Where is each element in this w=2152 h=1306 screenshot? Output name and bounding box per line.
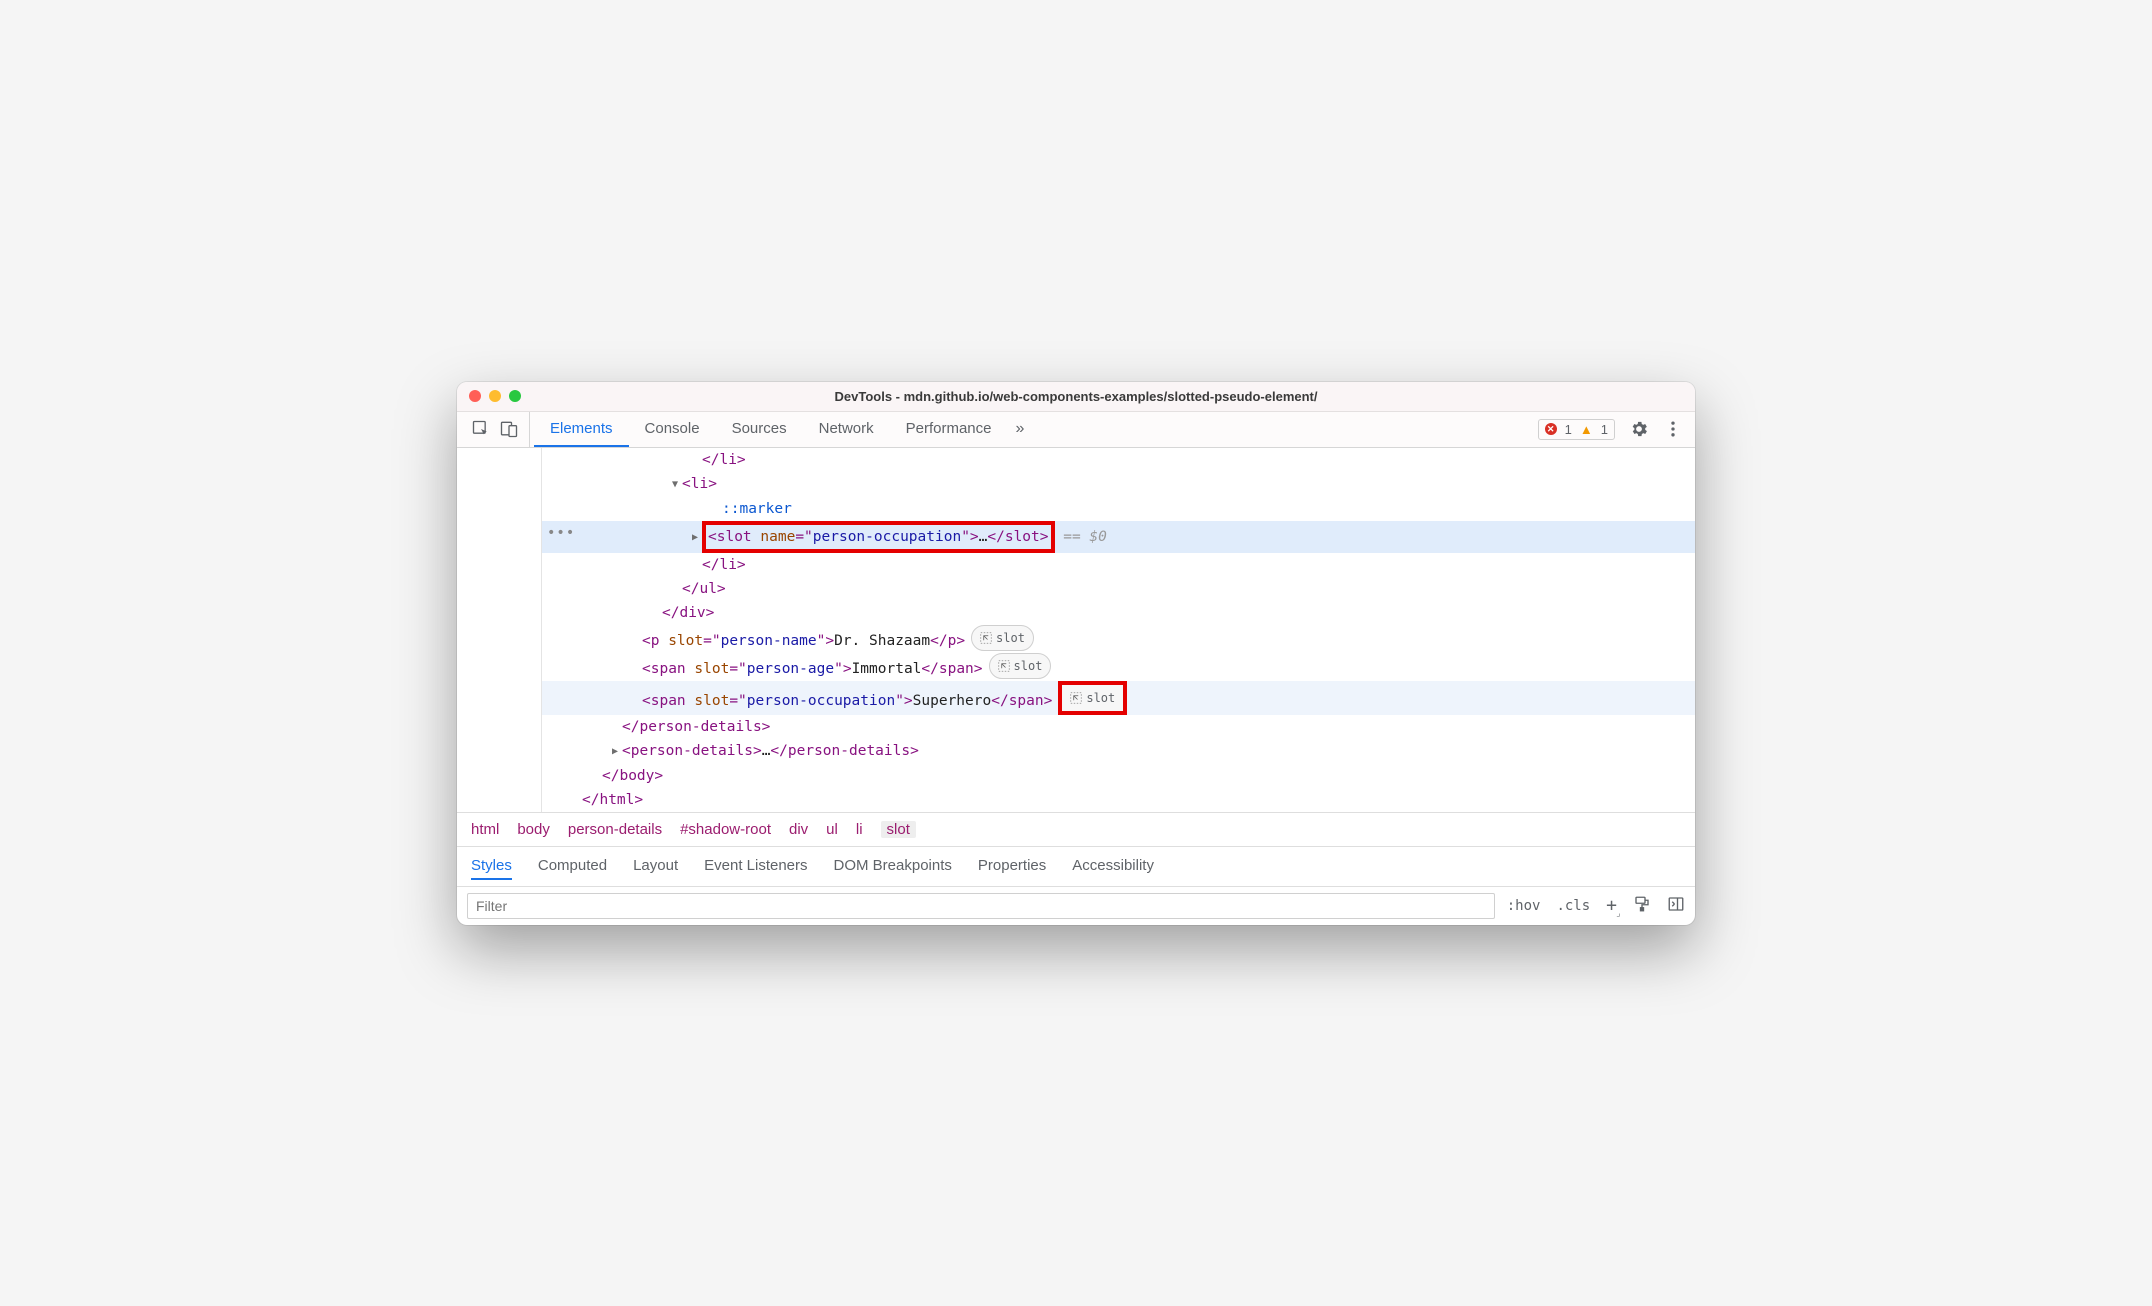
dom-line[interactable]: ::marker <box>542 497 1695 521</box>
crumb-slot[interactable]: slot <box>881 821 916 838</box>
devtools-window: DevTools - mdn.github.io/web-components-… <box>457 382 1695 925</box>
toolbar-right-group: ✕ 1 ▲ 1 <box>1538 419 1691 440</box>
window-title: DevTools - mdn.github.io/web-components-… <box>457 389 1695 404</box>
crumb-ul[interactable]: ul <box>826 821 838 838</box>
dom-line[interactable]: <span slot="person-occupation">Superhero… <box>542 681 1695 715</box>
breadcrumb[interactable]: html body person-details #shadow-root div ul l… <box>457 812 1695 847</box>
tab-elements[interactable]: Elements <box>534 412 629 447</box>
dom-line[interactable]: <person-details>…</person-details> <box>542 739 1695 764</box>
toggle-sidebar-icon[interactable] <box>1667 895 1685 917</box>
inspect-icon[interactable] <box>471 419 491 439</box>
dom-gutter <box>457 448 542 812</box>
reveal-slot-pill[interactable]: slot <box>989 653 1052 679</box>
subtab-computed[interactable]: Computed <box>538 853 607 880</box>
more-tabs-icon[interactable]: » <box>1016 420 1025 438</box>
line-actions-icon[interactable]: ••• <box>547 521 575 545</box>
disclosure-triangle-icon[interactable] <box>612 740 622 764</box>
dom-line[interactable]: </html> <box>542 788 1695 812</box>
warning-count: 1 <box>1601 422 1608 437</box>
dom-line[interactable]: </div> <box>542 601 1695 625</box>
dom-line[interactable]: <li> <box>542 472 1695 497</box>
dom-tree[interactable]: </li><li>::marker•••<slot name="person-o… <box>457 448 1695 812</box>
panel-tabs: ElementsConsoleSourcesNetworkPerformance <box>534 412 1008 447</box>
error-count: 1 <box>1565 422 1572 437</box>
crumb-shadowroot[interactable]: #shadow-root <box>680 821 771 838</box>
reveal-slot-pill[interactable]: slot <box>971 625 1034 651</box>
crumb-html[interactable]: html <box>471 821 499 838</box>
kebab-icon[interactable] <box>1663 419 1683 439</box>
tab-performance[interactable]: Performance <box>890 412 1008 447</box>
dom-line[interactable]: </ul> <box>542 577 1695 601</box>
main-toolbar: ElementsConsoleSourcesNetworkPerformance… <box>457 412 1695 448</box>
subtab-layout[interactable]: Layout <box>633 853 678 880</box>
gear-icon[interactable] <box>1629 419 1649 439</box>
dom-line[interactable]: </li> <box>542 448 1695 472</box>
hov-toggle[interactable]: :hov <box>1507 898 1541 914</box>
subtab-styles[interactable]: Styles <box>471 853 512 880</box>
dom-line[interactable]: </person-details> <box>542 715 1695 739</box>
disclosure-triangle-icon[interactable] <box>672 473 682 497</box>
subtab-accessibility[interactable]: Accessibility <box>1072 853 1154 880</box>
device-toggle-icon[interactable] <box>499 419 519 439</box>
new-style-rule-icon[interactable]: + <box>1606 895 1617 916</box>
reveal-slot-pill[interactable]: slot <box>1058 681 1127 715</box>
paint-icon[interactable] <box>1633 895 1651 917</box>
subtab-dom-breakpoints[interactable]: DOM Breakpoints <box>834 853 952 880</box>
tab-console[interactable]: Console <box>629 412 716 447</box>
styles-filter-tools: :hov .cls + <box>1507 895 1685 917</box>
subtab-properties[interactable]: Properties <box>978 853 1046 880</box>
dom-line[interactable]: </body> <box>542 764 1695 788</box>
dom-line[interactable]: <span slot="person-age">Immortal</span>s… <box>542 653 1695 681</box>
tab-sources[interactable]: Sources <box>716 412 803 447</box>
crumb-persondetails[interactable]: person-details <box>568 821 662 838</box>
styles-filter-input[interactable] <box>467 893 1495 919</box>
dom-line[interactable]: </li> <box>542 553 1695 577</box>
cls-toggle[interactable]: .cls <box>1556 898 1590 914</box>
warning-icon: ▲ <box>1580 422 1593 437</box>
error-icon: ✕ <box>1545 423 1557 435</box>
crumb-li[interactable]: li <box>856 821 863 838</box>
dom-line[interactable]: ••• <slot name="person-occupation">…</slo… <box>542 521 1695 553</box>
titlebar: DevTools - mdn.github.io/web-components-… <box>457 382 1695 412</box>
disclosure-triangle-icon[interactable] <box>692 526 702 550</box>
tab-network[interactable]: Network <box>803 412 890 447</box>
styles-filter-row: :hov .cls + <box>457 887 1695 925</box>
toolbar-left-group <box>461 412 530 447</box>
subtab-event-listeners[interactable]: Event Listeners <box>704 853 807 880</box>
styles-tabs: Styles Computed Layout Event Listeners DOM B… <box>457 847 1695 887</box>
highlight-box: <slot name="person-occupation">…</slot> <box>702 521 1055 553</box>
issues-badge[interactable]: ✕ 1 ▲ 1 <box>1538 419 1615 440</box>
dom-line[interactable]: <p slot="person-name">Dr. Shazaam</p>slo… <box>542 625 1695 653</box>
crumb-div[interactable]: div <box>789 821 808 838</box>
crumb-body[interactable]: body <box>517 821 550 838</box>
